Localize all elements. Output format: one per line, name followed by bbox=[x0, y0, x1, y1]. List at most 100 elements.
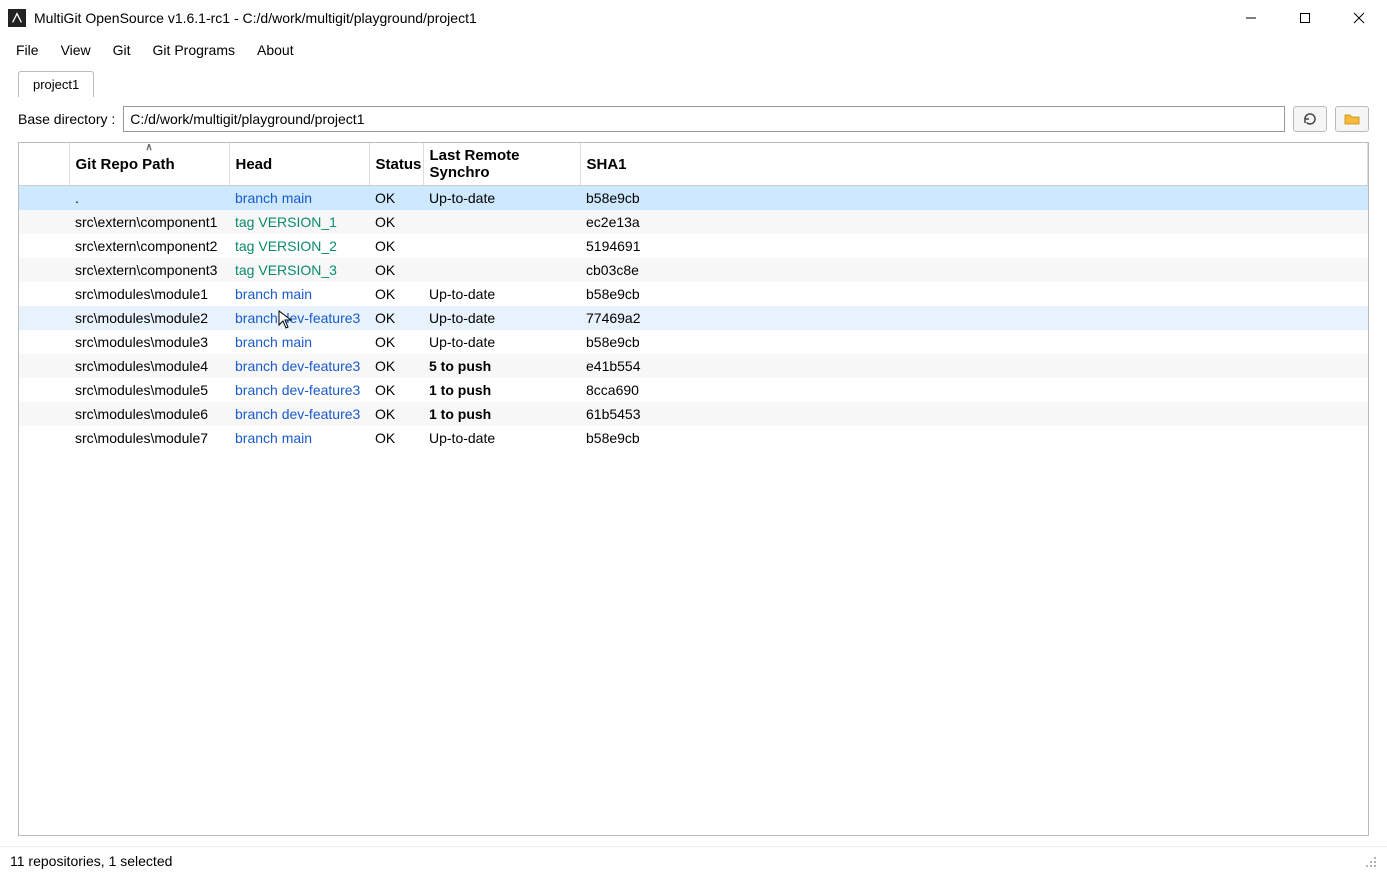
statusbar-text: 11 repositories, 1 selected bbox=[10, 853, 172, 869]
minimize-button[interactable] bbox=[1237, 4, 1265, 32]
col-header-synchro[interactable]: Last Remote Synchro bbox=[423, 143, 580, 186]
cell-head: branch main bbox=[229, 426, 369, 450]
cell-empty bbox=[19, 354, 69, 378]
cell-sha: 61b5453 bbox=[580, 402, 1368, 426]
table-row[interactable]: src\modules\module1branch mainOKUp-to-da… bbox=[19, 282, 1368, 306]
cell-empty bbox=[19, 402, 69, 426]
cell-empty bbox=[19, 378, 69, 402]
cell-head: branch dev-feature3 bbox=[229, 306, 369, 330]
cell-synchro: Up-to-date bbox=[423, 282, 580, 306]
titlebar: MultiGit OpenSource v1.6.1-rc1 - C:/d/wo… bbox=[0, 0, 1387, 36]
maximize-button[interactable] bbox=[1291, 4, 1319, 32]
table-row[interactable]: .branch mainOKUp-to-dateb58e9cb bbox=[19, 186, 1368, 210]
cell-sha: b58e9cb bbox=[580, 186, 1368, 210]
cell-status: OK bbox=[369, 258, 423, 282]
cell-sha: ec2e13a bbox=[580, 210, 1368, 234]
cell-empty bbox=[19, 258, 69, 282]
cell-path: . bbox=[69, 186, 229, 210]
open-folder-button[interactable] bbox=[1335, 106, 1369, 132]
table-row[interactable]: src\extern\component1tag VERSION_1OK ec2e… bbox=[19, 210, 1368, 234]
table-header-row: ∧Git Repo Path Head Status Last Remote S… bbox=[19, 143, 1368, 186]
col-header-path[interactable]: ∧Git Repo Path bbox=[69, 143, 229, 186]
cell-sha: 8cca690 bbox=[580, 378, 1368, 402]
table-row[interactable]: src\modules\module5branch dev-feature3OK… bbox=[19, 378, 1368, 402]
cell-synchro: 1 to push bbox=[423, 402, 580, 426]
col-header-head[interactable]: Head bbox=[229, 143, 369, 186]
cell-synchro bbox=[423, 210, 580, 234]
cell-synchro: Up-to-date bbox=[423, 330, 580, 354]
cell-path: src\extern\component2 bbox=[69, 234, 229, 258]
refresh-button[interactable] bbox=[1293, 106, 1327, 132]
table-row[interactable]: src\modules\module3branch mainOKUp-to-da… bbox=[19, 330, 1368, 354]
cell-sha: b58e9cb bbox=[580, 330, 1368, 354]
cell-sha: cb03c8e bbox=[580, 258, 1368, 282]
cell-synchro: 5 to push bbox=[423, 354, 580, 378]
base-directory-input[interactable] bbox=[123, 106, 1285, 132]
cell-status: OK bbox=[369, 354, 423, 378]
cell-sha: b58e9cb bbox=[580, 282, 1368, 306]
cell-synchro: Up-to-date bbox=[423, 306, 580, 330]
table-row[interactable]: src\modules\module2branch dev-feature3OK… bbox=[19, 306, 1368, 330]
menubar: File View Git Git Programs About bbox=[0, 36, 1387, 64]
statusbar: 11 repositories, 1 selected bbox=[0, 846, 1387, 874]
cell-sha: e41b554 bbox=[580, 354, 1368, 378]
col-header-empty[interactable] bbox=[19, 143, 69, 186]
cell-path: src\extern\component1 bbox=[69, 210, 229, 234]
cell-status: OK bbox=[369, 282, 423, 306]
menu-view[interactable]: View bbox=[51, 39, 101, 61]
cell-empty bbox=[19, 234, 69, 258]
sort-indicator-icon: ∧ bbox=[145, 143, 152, 153]
cell-empty bbox=[19, 306, 69, 330]
cell-empty bbox=[19, 282, 69, 306]
cell-head: tag VERSION_1 bbox=[229, 210, 369, 234]
col-header-status[interactable]: Status bbox=[369, 143, 423, 186]
cell-status: OK bbox=[369, 186, 423, 210]
table-row[interactable]: src\extern\component2tag VERSION_2OK5194… bbox=[19, 234, 1368, 258]
tab-row: project1 bbox=[0, 64, 1387, 96]
table-row[interactable]: src\extern\component3tag VERSION_3OK cb03… bbox=[19, 258, 1368, 282]
cell-status: OK bbox=[369, 330, 423, 354]
cell-status: OK bbox=[369, 378, 423, 402]
cell-synchro: 1 to push bbox=[423, 378, 580, 402]
cell-status: OK bbox=[369, 210, 423, 234]
cell-head: branch main bbox=[229, 330, 369, 354]
cell-status: OK bbox=[369, 234, 423, 258]
cell-head: branch dev-feature3 bbox=[229, 354, 369, 378]
cell-sha: b58e9cb bbox=[580, 426, 1368, 450]
cell-path: src\extern\component3 bbox=[69, 258, 229, 282]
cell-synchro: Up-to-date bbox=[423, 186, 580, 210]
cell-path: src\modules\module7 bbox=[69, 426, 229, 450]
base-directory-row: Base directory : bbox=[0, 96, 1387, 142]
close-button[interactable] bbox=[1345, 4, 1373, 32]
repo-table-scroll[interactable]: ∧Git Repo Path Head Status Last Remote S… bbox=[19, 143, 1368, 835]
cell-path: src\modules\module2 bbox=[69, 306, 229, 330]
cell-synchro bbox=[423, 234, 580, 258]
cell-path: src\modules\module4 bbox=[69, 354, 229, 378]
cell-empty bbox=[19, 186, 69, 210]
resize-grip-icon[interactable] bbox=[1363, 854, 1377, 868]
base-directory-label: Base directory : bbox=[18, 111, 115, 127]
cell-path: src\modules\module1 bbox=[69, 282, 229, 306]
menu-git-programs[interactable]: Git Programs bbox=[143, 39, 245, 61]
cell-empty bbox=[19, 210, 69, 234]
cell-head: branch main bbox=[229, 282, 369, 306]
cell-head: tag VERSION_3 bbox=[229, 258, 369, 282]
col-header-sha[interactable]: SHA1 bbox=[580, 143, 1368, 186]
cell-synchro: Up-to-date bbox=[423, 426, 580, 450]
table-row[interactable]: src\modules\module4branch dev-feature3OK… bbox=[19, 354, 1368, 378]
table-row[interactable]: src\modules\module7branch mainOKUp-to-da… bbox=[19, 426, 1368, 450]
table-row[interactable]: src\modules\module6branch dev-feature3OK… bbox=[19, 402, 1368, 426]
cell-status: OK bbox=[369, 426, 423, 450]
cell-head: tag VERSION_2 bbox=[229, 234, 369, 258]
cell-path: src\modules\module5 bbox=[69, 378, 229, 402]
menu-about[interactable]: About bbox=[247, 39, 304, 61]
cell-head: branch dev-feature3 bbox=[229, 378, 369, 402]
tab-project1[interactable]: project1 bbox=[18, 71, 94, 97]
cell-status: OK bbox=[369, 402, 423, 426]
cell-empty bbox=[19, 330, 69, 354]
menu-git[interactable]: Git bbox=[103, 39, 141, 61]
menu-file[interactable]: File bbox=[6, 39, 49, 61]
cell-empty bbox=[19, 426, 69, 450]
cell-status: OK bbox=[369, 306, 423, 330]
cell-path: src\modules\module3 bbox=[69, 330, 229, 354]
